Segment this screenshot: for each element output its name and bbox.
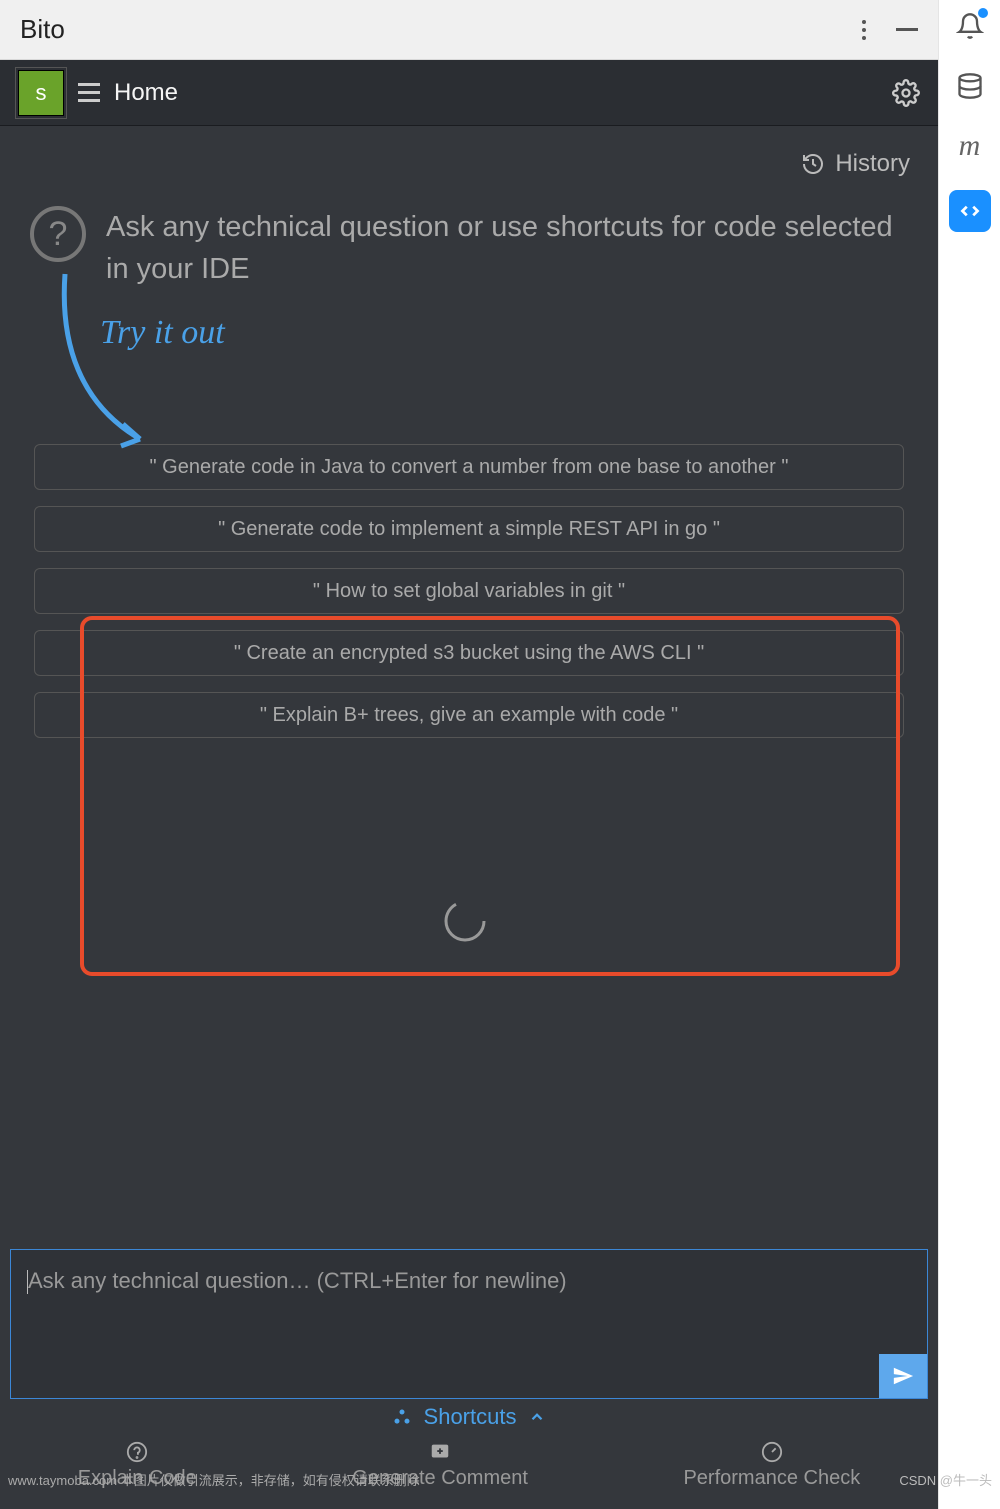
action-performance-check[interactable]: Performance Check bbox=[683, 1441, 860, 1509]
suggestion-item[interactable]: " Create an encrypted s3 bucket using th… bbox=[34, 630, 904, 676]
chat-input[interactable]: Ask any technical question… (CTRL+Enter … bbox=[11, 1250, 927, 1354]
watermark-right: CSDN @牛一头 bbox=[899, 1470, 992, 1489]
chevron-up-icon bbox=[528, 1408, 546, 1426]
send-icon bbox=[892, 1365, 914, 1387]
history-label: History bbox=[835, 150, 910, 178]
code-chat-icon[interactable] bbox=[949, 190, 991, 232]
action-label: Performance Check bbox=[683, 1467, 860, 1490]
titlebar: Bito bbox=[0, 0, 938, 60]
notification-dot bbox=[978, 8, 988, 18]
suggestion-item[interactable]: " Explain B+ trees, give an example with… bbox=[34, 692, 904, 738]
intro-text: Ask any technical question or use shortc… bbox=[106, 206, 908, 290]
app-title: Bito bbox=[20, 14, 65, 45]
shortcuts-icon bbox=[392, 1407, 412, 1427]
content-area: History ? Ask any technical question or … bbox=[0, 126, 938, 1509]
chat-input-box[interactable]: Ask any technical question… (CTRL+Enter … bbox=[10, 1249, 928, 1399]
try-it-out-label: Try it out bbox=[100, 314, 225, 352]
minimize-icon[interactable] bbox=[896, 28, 918, 31]
history-button[interactable]: History bbox=[801, 150, 910, 178]
kebab-menu-icon[interactable] bbox=[862, 20, 866, 40]
m-icon[interactable]: m bbox=[954, 130, 986, 162]
arrow-icon bbox=[45, 264, 175, 464]
history-icon bbox=[801, 152, 825, 176]
add-comment-icon bbox=[429, 1441, 451, 1463]
tab-home[interactable]: Home bbox=[114, 79, 178, 107]
spinner-icon bbox=[442, 898, 488, 944]
suggestion-item[interactable]: " Generate code to implement a simple RE… bbox=[34, 506, 904, 552]
suggestions-list: " Generate code in Java to convert a num… bbox=[0, 444, 938, 738]
right-sidebar: m bbox=[938, 0, 1000, 1509]
chat-input-placeholder: Ask any technical question… (CTRL+Enter … bbox=[28, 1268, 567, 1293]
gear-icon[interactable] bbox=[892, 79, 920, 107]
send-button[interactable] bbox=[879, 1354, 927, 1398]
hamburger-icon[interactable] bbox=[78, 83, 100, 102]
database-icon[interactable] bbox=[954, 70, 986, 102]
avatar[interactable]: s bbox=[18, 70, 64, 116]
tabbar: s Home bbox=[0, 60, 938, 126]
watermark-left: www.taymoba.com 本图片仅做引流展示，非存储，如有侵权请联系删除 bbox=[8, 1470, 420, 1489]
shortcuts-toggle[interactable]: Shortcuts bbox=[0, 1399, 938, 1435]
suggestion-item[interactable]: " How to set global variables in git " bbox=[34, 568, 904, 614]
bell-icon[interactable] bbox=[954, 10, 986, 42]
help-icon bbox=[126, 1441, 148, 1463]
gauge-icon bbox=[761, 1441, 783, 1463]
shortcuts-label: Shortcuts bbox=[424, 1404, 517, 1430]
question-icon: ? bbox=[30, 206, 86, 262]
